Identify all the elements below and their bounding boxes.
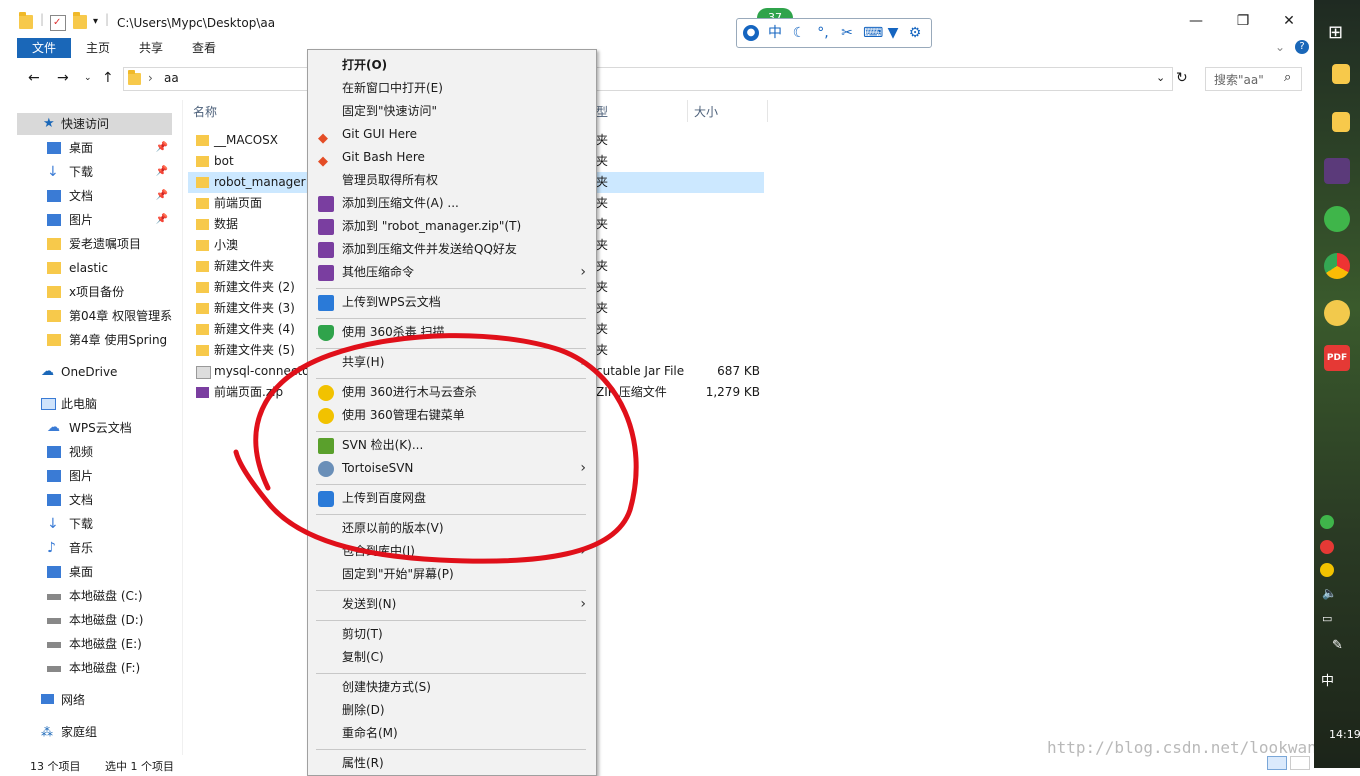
battery-icon[interactable]: ▭ xyxy=(1322,612,1332,625)
pdf-icon[interactable]: PDF xyxy=(1324,345,1350,371)
clock[interactable]: 14:19 xyxy=(1329,728,1360,741)
watermark: http://blog.csdn.net/lookwancc xyxy=(1047,738,1336,757)
item-count: 13 个项目 xyxy=(30,760,81,773)
selected-count: 选中 1 个项目 xyxy=(105,760,174,773)
app-icon[interactable] xyxy=(1324,158,1350,184)
app-icon[interactable] xyxy=(1324,300,1350,326)
360-browser-icon[interactable] xyxy=(1324,206,1350,232)
desktop-strip: ⊞ PDF 🔈 ▭ ✎ 中 14:19 xyxy=(1314,0,1360,768)
pen-icon[interactable]: ✎ xyxy=(1332,638,1343,653)
wechat-tray-icon[interactable] xyxy=(1320,515,1334,529)
ime-indicator[interactable]: 中 xyxy=(1321,670,1334,689)
chrome-icon[interactable] xyxy=(1324,253,1350,279)
red-annotation-circle xyxy=(233,333,639,564)
tray-icon[interactable] xyxy=(1320,540,1334,554)
volume-icon[interactable]: 🔈 xyxy=(1322,586,1337,600)
360-tray-icon[interactable] xyxy=(1320,563,1334,577)
folder-icon[interactable] xyxy=(1332,112,1350,132)
folder-icon[interactable] xyxy=(1332,64,1350,84)
windows-start-icon[interactable]: ⊞ xyxy=(1328,22,1343,43)
